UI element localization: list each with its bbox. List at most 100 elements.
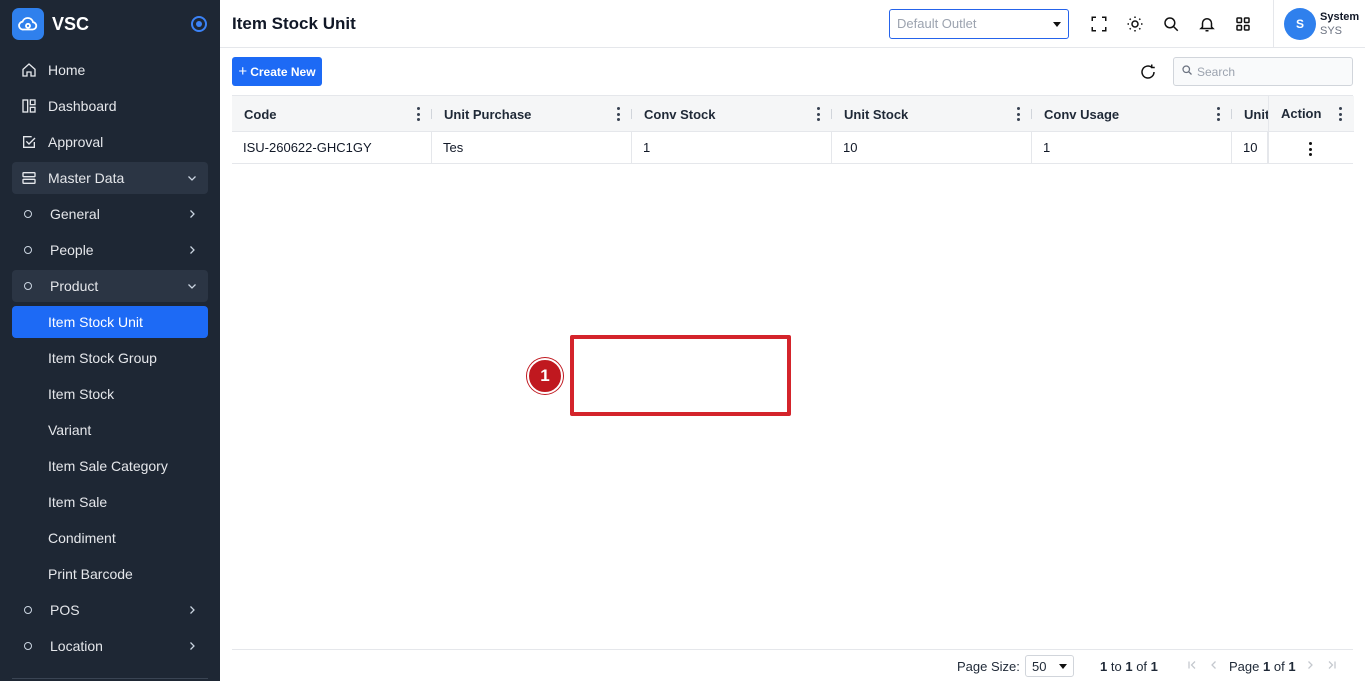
sidebar: VSC Home Dashboard Approval Master Data … [0,0,220,681]
sidebar-item-item-stock[interactable]: Item Stock [12,378,208,410]
next-page-icon[interactable] [1303,658,1317,672]
sidebar-item-variant[interactable]: Variant [12,414,208,446]
sidebar-divider [12,678,208,679]
last-page-icon[interactable] [1325,658,1339,672]
column-header-label: Unit [1244,106,1268,122]
sidebar-item-item-sale-category[interactable]: Item Sale Category [12,450,208,482]
row-range-summary: 1 to 1 of 1 [1100,659,1158,674]
sidebar-item-master-data[interactable]: Master Data [12,162,208,194]
dashboard-icon [20,97,38,115]
user-role: SYS [1320,24,1343,37]
sidebar-item-label: Item Sale [48,494,108,510]
brand-name: VSC [52,13,90,34]
annotation-highlight-box [570,335,791,416]
column-header-unit-stock[interactable]: Unit Stock [832,96,1032,132]
sidebar-item-label: Item Stock [48,386,115,402]
column-menu-icon[interactable] [1016,107,1020,121]
sidebar-item-general[interactable]: General [12,198,208,230]
sidebar-item-label: People [50,242,94,258]
circle-icon [24,606,32,614]
column-header-conv-usage[interactable]: Conv Usage [1032,96,1232,132]
column-header-label: Action [1281,106,1322,121]
column-menu-icon[interactable] [416,107,420,121]
column-menu-icon[interactable] [616,107,620,121]
fullscreen-icon[interactable] [1081,6,1117,42]
table-row[interactable]: ISU-260622-GHC1GY Tes 1 10 1 10 [232,132,1353,164]
search-icon[interactable] [1153,6,1189,42]
sidebar-item-location[interactable]: Location [12,630,208,662]
create-new-label: Create New [250,64,316,79]
circle-icon [24,210,32,218]
column-menu-icon[interactable] [1216,107,1220,121]
page-size-value: 50 [1032,658,1047,674]
annotation-badge: 1 [527,358,563,394]
column-header-action[interactable]: Action [1269,96,1354,132]
search-box[interactable] [1173,57,1353,86]
outlet-select[interactable]: Default Outlet [889,8,1069,39]
cell-conv-usage: 1 [1032,132,1232,163]
previous-page-icon[interactable] [1207,658,1221,672]
sidebar-item-label: Print Barcode [48,566,133,582]
sidebar-item-label: Item Stock Unit [48,314,143,330]
theme-sun-icon[interactable] [1117,6,1153,42]
sidebar-item-print-barcode[interactable]: Print Barcode [12,558,208,590]
first-page-icon[interactable] [1185,658,1199,672]
column-menu-icon[interactable] [816,107,820,121]
cell-conv-stock: 1 [632,132,832,163]
user-name: System [1320,10,1360,23]
search-icon [1181,63,1193,81]
column-header-label: Unit Stock [844,106,909,122]
search-input[interactable] [1197,64,1347,79]
apps-grid-icon[interactable] [1225,6,1261,42]
sidebar-item-people[interactable]: People [12,234,208,266]
sidebar-item-condiment[interactable]: Condiment [12,522,208,554]
sidebar-item-pos[interactable]: POS [12,594,208,626]
sidebar-item-item-sale[interactable]: Item Sale [12,486,208,518]
caret-down-icon [1053,21,1061,27]
chevron-right-icon [184,206,200,222]
column-header-unit[interactable]: Unit [1232,96,1268,132]
circle-icon [24,642,32,650]
user-menu[interactable]: S System SYS [1273,0,1365,48]
outlet-select-placeholder: Default Outlet [897,16,977,31]
column-header-conv-stock[interactable]: Conv Stock [632,96,832,132]
column-header-code[interactable]: Code [232,96,432,132]
cell-code: ISU-260622-GHC1GY [232,132,432,163]
page-size-label: Page Size: [957,659,1020,674]
column-header-label: Conv Stock [644,106,716,122]
pagination-bar: Page Size: 50 1 to 1 of 1 Page 1 of 1 [232,649,1353,681]
bell-icon[interactable] [1189,6,1225,42]
sidebar-item-label: Condiment [48,530,116,546]
home-icon [20,61,38,79]
sidebar-item-dashboard[interactable]: Dashboard [12,90,208,122]
brand: VSC [0,0,220,48]
sidebar-item-label: Dashboard [48,98,117,114]
sidebar-item-approval[interactable]: Approval [12,126,208,158]
column-menu-icon[interactable] [1338,107,1342,121]
column-header-unit-purchase[interactable]: Unit Purchase [432,96,632,132]
cell-unit: 10 [1232,132,1268,163]
sidebar-item-label: General [50,206,100,222]
sidebar-item-home[interactable]: Home [12,54,208,86]
plus-icon: + [238,63,248,80]
sidebar-item-item-stock-unit[interactable]: Item Stock Unit [12,306,208,338]
cloud-logo-icon [12,8,44,40]
sidebar-item-product[interactable]: Product [12,270,208,302]
server-icon [20,169,38,187]
create-new-button[interactable]: + Create New [232,57,322,86]
cell-unit-purchase: Tes [432,132,632,163]
sidebar-item-label: POS [50,602,80,618]
chevron-right-icon [184,638,200,654]
refresh-icon[interactable] [1136,60,1160,84]
page-indicator: Page 1 of 1 [1229,659,1296,674]
chevron-down-icon [184,170,200,186]
circle-icon [24,246,32,254]
sidebar-item-label: Home [48,62,86,78]
sidebar-item-item-stock-group[interactable]: Item Stock Group [12,342,208,374]
page-size-select[interactable]: 50 [1025,655,1074,677]
sidebar-nav: Home Dashboard Approval Master Data Gene… [12,54,208,666]
sidebar-toggle-icon[interactable] [191,16,207,32]
chevron-right-icon [184,602,200,618]
row-action-menu-icon[interactable] [1309,142,1313,156]
sidebar-item-label: Item Stock Group [48,350,157,366]
